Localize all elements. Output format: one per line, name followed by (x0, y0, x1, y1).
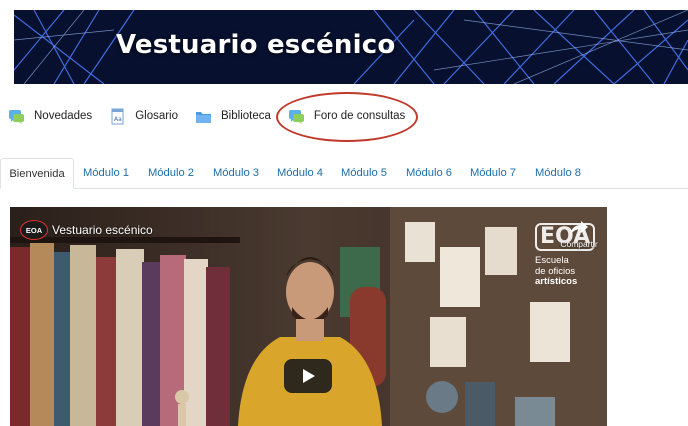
resource-glosario[interactable]: Aa Glosario (109, 108, 178, 125)
tab-modulo-8[interactable]: Módulo 8 (528, 158, 588, 189)
tab-modulo-4[interactable]: Módulo 4 (270, 158, 330, 189)
resource-biblioteca[interactable]: Biblioteca (195, 108, 271, 125)
module-tabs: Bienvenida Módulo 1 Módulo 2 Módulo 3 Mó… (0, 158, 688, 189)
tab-modulo-5[interactable]: Módulo 5 (334, 158, 394, 189)
resource-label: Foro de consultas (313, 110, 406, 122)
tab-modulo-2[interactable]: Módulo 2 (141, 158, 201, 189)
resource-label: Biblioteca (221, 110, 271, 122)
svg-text:Aa: Aa (114, 116, 122, 123)
brand-line-3: artísticos (535, 276, 578, 287)
course-banner: Vestuario escénico (14, 10, 688, 84)
play-button[interactable] (284, 359, 332, 393)
forum-icon (8, 108, 25, 125)
channel-logo[interactable]: EOA (20, 220, 48, 240)
tab-modulo-3[interactable]: Módulo 3 (206, 158, 266, 189)
brand-line-1: Escuela (535, 255, 569, 266)
brand-text: Escuela de oficios artísticos (535, 255, 593, 288)
share-label: Compartir (560, 239, 598, 249)
video-title[interactable]: Vestuario escénico (52, 223, 153, 237)
forum-icon (288, 108, 305, 125)
resource-foro-de-consultas[interactable]: Foro de consultas (288, 108, 405, 125)
tab-modulo-7[interactable]: Módulo 7 (463, 158, 523, 189)
share-button[interactable]: Compartir (559, 220, 599, 249)
video-player[interactable]: EOA Vestuario escénico EOA Escuela de of… (10, 207, 607, 426)
tab-modulo-6[interactable]: Módulo 6 (399, 158, 459, 189)
resource-links: Novedades Aa Glosario Biblioteca Foro de… (8, 106, 422, 126)
resource-novedades[interactable]: Novedades (8, 108, 92, 125)
folder-icon (195, 108, 212, 125)
tab-modulo-1[interactable]: Módulo 1 (76, 158, 136, 189)
resource-label: Novedades (34, 110, 93, 122)
play-icon (303, 369, 315, 383)
banner-title: Vestuario escénico (116, 30, 396, 60)
video-thumbnail (10, 207, 607, 426)
glossary-icon: Aa (109, 108, 126, 125)
resource-label: Glosario (135, 110, 179, 122)
tab-bienvenida[interactable]: Bienvenida (0, 158, 74, 189)
share-icon (570, 221, 588, 235)
